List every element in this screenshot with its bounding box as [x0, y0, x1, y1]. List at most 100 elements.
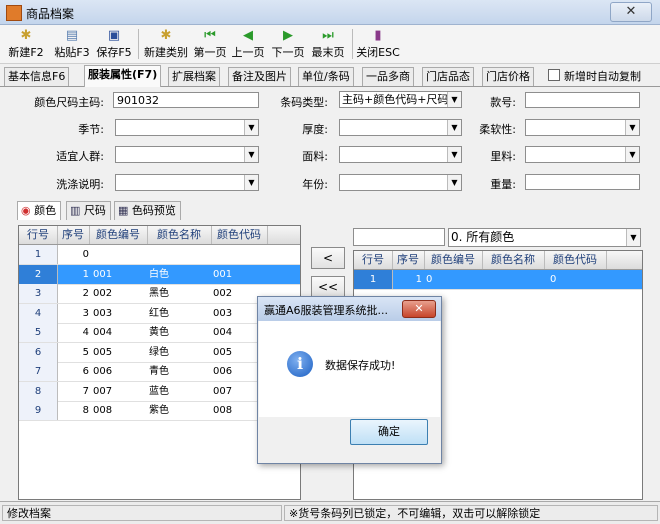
next-page-button[interactable]: ▶ 下一页	[270, 27, 306, 61]
color-name-cell[interactable]: 蓝色	[147, 382, 213, 401]
auto-copy-checkbox[interactable]: 新增时自动复制	[548, 68, 641, 84]
close-button[interactable]: ▮ 关闭ESC	[356, 27, 400, 61]
last-page-button[interactable]: ⏭ 最末页	[310, 27, 346, 61]
seq-cell[interactable]: 7	[57, 382, 91, 401]
save-button[interactable]: ▣ 保存F5	[94, 27, 134, 61]
wash-select[interactable]: ▼	[115, 174, 259, 191]
app-icon	[6, 5, 22, 21]
header-color-name[interactable]: 颜色名称	[147, 226, 212, 244]
color-name-cell[interactable]: 白色	[147, 265, 213, 284]
audience-select[interactable]: ▼	[115, 146, 259, 163]
color-name-cell[interactable]	[484, 270, 542, 289]
seq-cell[interactable]: 1	[392, 270, 422, 289]
header-seq[interactable]: 序号	[392, 251, 425, 269]
move-left-button[interactable]: <	[311, 247, 345, 269]
header-color-code[interactable]: 颜色编号	[89, 226, 148, 244]
chevron-down-icon[interactable]: ▼	[447, 175, 461, 190]
softness-select[interactable]: ▼	[525, 119, 640, 136]
header-color-ccode[interactable]: 颜色代码	[211, 226, 268, 244]
seq-cell[interactable]: 0	[57, 245, 91, 264]
row-number: 1	[19, 245, 58, 264]
subtab-color[interactable]: ◉ 颜色	[17, 201, 62, 220]
color-ccode-cell[interactable]: 001	[213, 265, 267, 284]
tab-store-status[interactable]: 门店品态	[422, 67, 474, 86]
header-color-ccode[interactable]: 颜色代码	[544, 251, 607, 269]
header-color-name[interactable]: 颜色名称	[482, 251, 545, 269]
seq-cell[interactable]: 4	[57, 323, 91, 342]
subtab-preview[interactable]: ▦ 色码预览	[114, 201, 181, 220]
table-row[interactable]: 2 1 001 白色 001	[19, 264, 300, 285]
tab-notes-images[interactable]: 备注及图片	[228, 67, 291, 86]
new-category-button[interactable]: ✱ 新建类别	[142, 27, 190, 61]
tab-store-price[interactable]: 门店价格	[482, 67, 534, 86]
color-search-input[interactable]	[353, 228, 445, 246]
chevron-down-icon[interactable]: ▼	[244, 175, 258, 190]
ok-button[interactable]: 确定	[350, 419, 428, 445]
chevron-down-icon[interactable]: ▼	[626, 229, 640, 246]
header-row-num[interactable]: 行号	[354, 251, 393, 269]
table-row[interactable]: 10	[19, 245, 300, 265]
color-name-cell[interactable]: 紫色	[147, 401, 213, 420]
color-name-cell[interactable]: 黄色	[147, 323, 213, 342]
color-code-cell[interactable]: 003	[93, 304, 147, 323]
color-code-cell[interactable]: 006	[93, 362, 147, 381]
seq-cell[interactable]: 2	[57, 284, 91, 303]
seq-cell[interactable]: 8	[57, 401, 91, 420]
color-filter-select[interactable]: 0. 所有颜色 ▼	[448, 228, 641, 247]
weight-input[interactable]	[525, 174, 640, 190]
color-code-cell[interactable]: 005	[93, 343, 147, 362]
fabric-select[interactable]: ▼	[339, 146, 462, 163]
grid-table-icon: ▦	[118, 204, 129, 217]
tab-apparel-attributes[interactable]: 服装属性(F7)	[84, 65, 162, 87]
chevron-down-icon[interactable]: ▼	[625, 120, 639, 135]
dialog-close-button[interactable]: ✕	[402, 300, 436, 318]
barcode-type-select[interactable]: 主码+颜色代码+尺码 ▼	[339, 91, 462, 108]
color-name-cell[interactable]	[147, 245, 213, 264]
color-name-cell[interactable]: 红色	[147, 304, 213, 323]
tab-unit-barcode[interactable]: 单位/条码	[298, 67, 354, 86]
chevron-down-icon[interactable]: ▼	[447, 120, 461, 135]
chevron-down-icon[interactable]: ▼	[244, 147, 258, 162]
header-color-code[interactable]: 颜色编号	[424, 251, 483, 269]
seq-cell[interactable]: 1	[57, 265, 91, 284]
chevron-down-icon[interactable]: ▼	[447, 92, 461, 107]
chevron-down-icon[interactable]: ▼	[244, 120, 258, 135]
color-code-cell[interactable]: 002	[93, 284, 147, 303]
color-name-cell[interactable]: 绿色	[147, 343, 213, 362]
tab-basic-info[interactable]: 基本信息F6	[4, 67, 70, 86]
header-row-num[interactable]: 行号	[19, 226, 58, 244]
model-input[interactable]	[525, 92, 640, 108]
table-row[interactable]: 1 1 0 0	[354, 270, 642, 290]
chevron-down-icon[interactable]: ▼	[625, 147, 639, 162]
color-ccode-cell[interactable]	[213, 245, 267, 264]
color-name-cell[interactable]: 青色	[147, 362, 213, 381]
color-ccode-cell[interactable]: 0	[550, 270, 606, 289]
header-seq[interactable]: 序号	[57, 226, 90, 244]
chevron-down-icon[interactable]: ▼	[447, 147, 461, 162]
prev-page-button[interactable]: ◀ 上一页	[230, 27, 266, 61]
color-code-cell[interactable]: 004	[93, 323, 147, 342]
checkbox-box[interactable]	[548, 69, 560, 81]
new-button[interactable]: ✱ 新建F2	[6, 27, 46, 61]
color-code-cell[interactable]: 008	[93, 401, 147, 420]
season-select[interactable]: ▼	[115, 119, 259, 136]
window-close-button[interactable]: ✕	[610, 2, 652, 22]
seq-cell[interactable]: 6	[57, 362, 91, 381]
subtab-size[interactable]: ▥ 尺码	[66, 201, 111, 220]
year-select[interactable]: ▼	[339, 174, 462, 191]
seq-cell[interactable]: 3	[57, 304, 91, 323]
first-page-button[interactable]: ⏮ 第一页	[192, 27, 228, 61]
move-all-left-button[interactable]: <<	[311, 276, 345, 298]
color-code-cell[interactable]: 0	[426, 270, 482, 289]
color-code-cell[interactable]: 007	[93, 382, 147, 401]
color-name-cell[interactable]: 黑色	[147, 284, 213, 303]
color-code-cell[interactable]: 001	[93, 265, 147, 284]
tab-multi-supplier[interactable]: 一品多商	[362, 67, 414, 86]
lining-select[interactable]: ▼	[525, 146, 640, 163]
seq-cell[interactable]: 5	[57, 343, 91, 362]
paste-button[interactable]: ▤ 粘贴F3	[52, 27, 92, 61]
color-code-cell[interactable]	[93, 245, 147, 264]
color-size-code-input[interactable]: 901032	[113, 92, 259, 108]
thickness-select[interactable]: ▼	[339, 119, 462, 136]
tab-extended[interactable]: 扩展档案	[168, 67, 220, 86]
